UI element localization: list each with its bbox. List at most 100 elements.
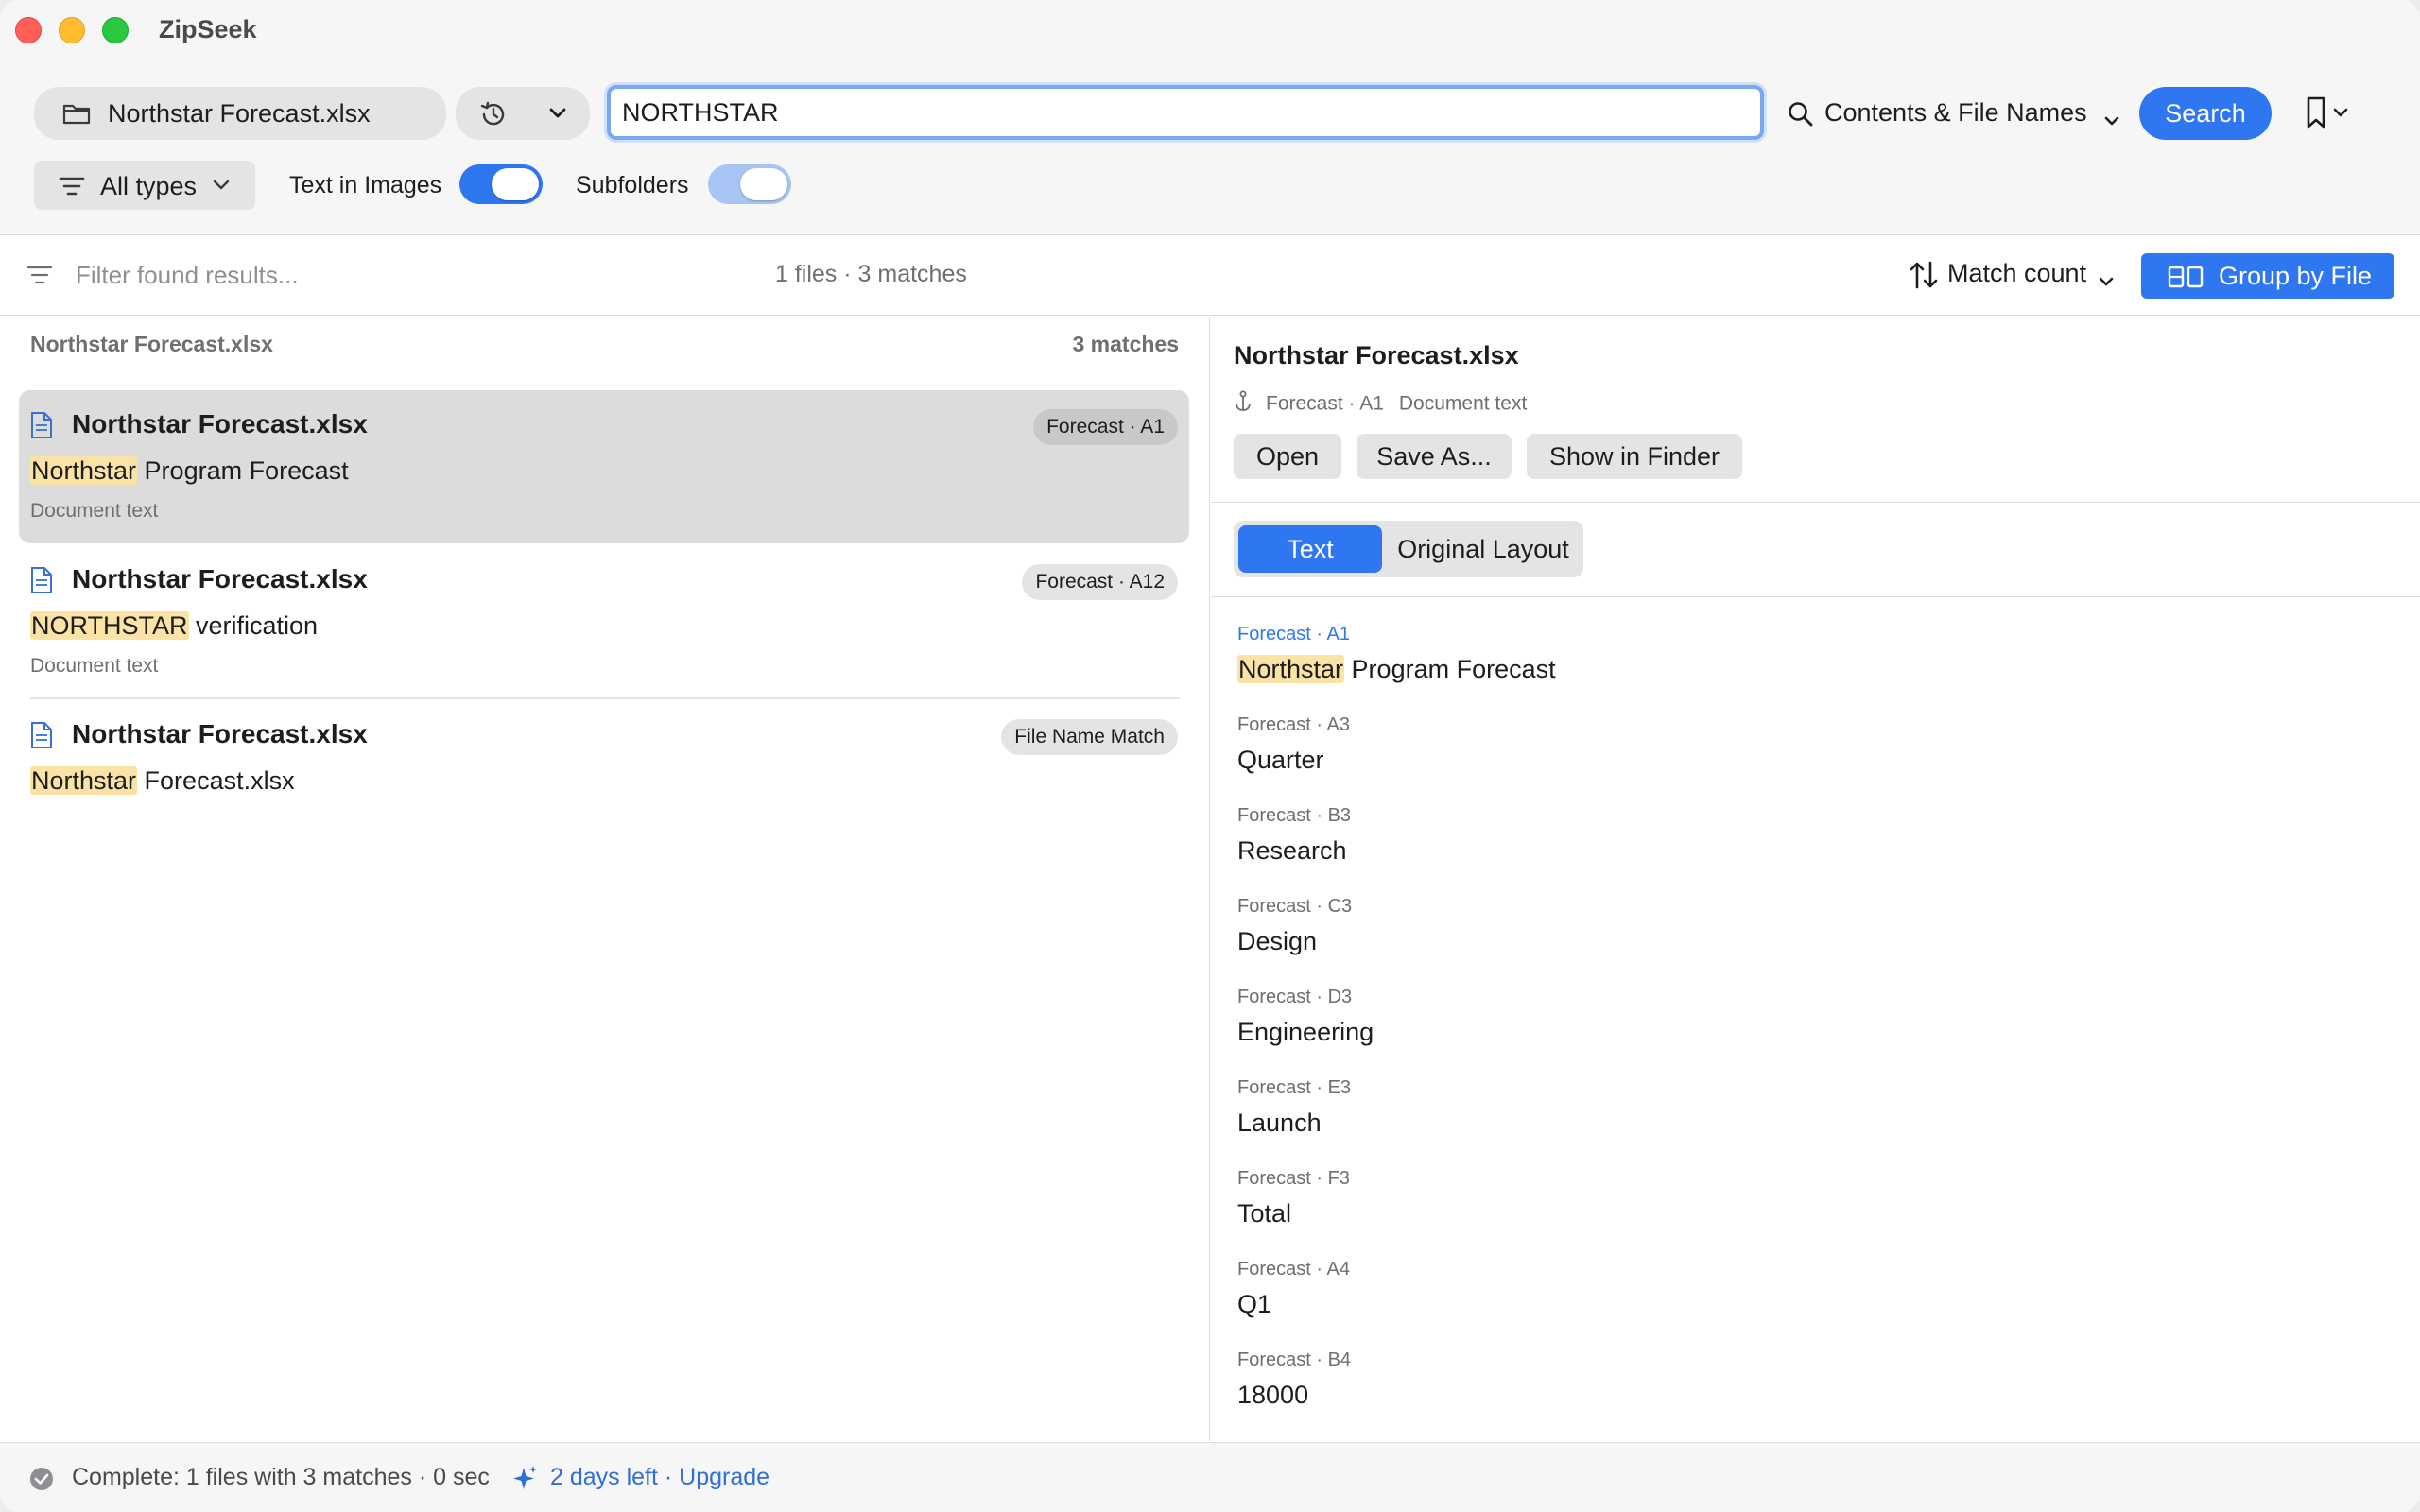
cell-reference: Forecast · D3 [1237,987,1353,1007]
show-in-finder-button[interactable]: Show in Finder [1527,434,1742,479]
check-circle-icon [28,1466,55,1497]
app-title: ZipSeek [159,15,257,43]
minimize-window-button[interactable] [59,17,85,43]
zoom-window-button[interactable] [102,17,129,43]
history-icon [478,99,509,134]
filter-results-input[interactable]: Filter found results... [76,261,299,290]
sort-label: Match count [1947,259,2087,287]
group-icon [2168,265,2204,296]
result-item[interactable]: Northstar Forecast.xlsx Forecast · A12 N… [19,545,1189,698]
match-highlight: Northstar [30,766,138,795]
cell-reference: Forecast · B4 [1237,1349,1352,1370]
status-bar: Complete: 1 files with 3 matches · 0 sec… [0,1442,2420,1512]
toolbar: Northstar Forecast.xlsx NORTHSTAR Conten… [0,60,2420,235]
cell-reference: Forecast · A1 [1237,624,1350,644]
preview-panel: Northstar Forecast.xlsx Forecast · A1 Doc… [1211,317,2420,1441]
document-icon [30,566,53,599]
result-kind: Document text [30,500,159,522]
tab-original-layout[interactable]: Original Layout [1389,525,1578,573]
anchor-icon [1234,390,1253,419]
cell-entry: Forecast · F3 Total [1237,1168,1350,1228]
cell-reference: Forecast · F3 [1237,1168,1350,1189]
chevron-down-icon [212,176,231,199]
cell-entry: Forecast · B3 Research [1237,805,1351,866]
close-window-button[interactable] [15,17,42,43]
document-icon [30,411,53,444]
divider [1211,502,2420,503]
snippet-text: Program Forecast [137,456,349,485]
trial-status: 2 days left · Upgrade [550,1464,769,1491]
result-snippet: Northstar Forecast.xlsx [30,766,295,796]
result-location-badge: Forecast · A1 [1033,409,1178,445]
snippet-text: Forecast.xlsx [137,766,295,795]
file-types-label: All types [100,172,198,200]
trial-days-link[interactable]: 2 days left [550,1464,658,1490]
cell-entry: Forecast · A4 Q1 [1237,1259,1350,1319]
match-highlight: NORTHSTAR [30,611,189,640]
save-as-button[interactable]: Save As... [1357,434,1512,479]
file-types-dropdown[interactable]: All types [34,161,255,210]
sort-arrows-icon [1908,259,1940,298]
preview-title: Northstar Forecast.xlsx [1234,341,1519,369]
bookmarks-menu[interactable] [2303,96,2350,135]
results-count: 1 files · 3 matches [775,261,967,287]
result-item[interactable]: Northstar Forecast.xlsx Forecast · A1 No… [19,390,1189,543]
results-filter-bar: Filter found results... 1 files · 3 matc… [0,236,2420,316]
result-item[interactable]: Northstar Forecast.xlsx File Name Match … [19,700,1189,814]
view-mode-segmented-control: Text Original Layout [1234,521,1583,577]
preview-meta: Forecast · A1 Document text [1234,390,1527,419]
cell-entry: Forecast · B4 18000 [1237,1349,1351,1410]
cell-reference: Forecast · C3 [1237,896,1353,917]
folder-picker[interactable]: Northstar Forecast.xlsx [34,87,446,140]
folder-label: Northstar Forecast.xlsx [108,99,371,128]
match-highlight: Northstar [30,456,138,485]
cell-reference: Forecast · B3 [1237,805,1352,826]
cell-entry: Forecast · C3 Design [1237,896,1352,956]
chevron-down-icon [548,104,567,128]
document-icon [30,721,53,754]
trial-separator: · [657,1464,680,1490]
sparkle-icon [512,1464,539,1497]
cell-value: 18000 [1237,1381,1309,1409]
preview-kind: Document text [1398,392,1528,415]
cell-value: Engineering [1237,1018,1374,1046]
app-window: ZipSeek Northstar Forecast.xlsx NORTHSTA… [0,0,2420,1512]
cell-entry: Forecast · A1 Northstar Program Forecast [1237,624,1556,684]
text-in-images-toggle[interactable] [459,164,543,204]
result-file-name: Northstar Forecast.xlsx [72,409,368,438]
result-kind: Document text [30,655,159,677]
result-file-name: Northstar Forecast.xlsx [72,719,368,748]
cell-reference: Forecast · A4 [1237,1259,1350,1280]
result-divider [30,697,1180,699]
file-group-count: 3 matches [1072,332,1179,356]
result-snippet: NORTHSTAR verification [30,611,318,641]
cell-reference: Forecast · E3 [1237,1077,1352,1098]
tab-text[interactable]: Text [1238,525,1382,573]
result-snippet: Northstar Program Forecast [30,456,349,486]
history-menu[interactable] [456,87,590,140]
status-text: Complete: 1 files with 3 matches · 0 sec [72,1464,490,1490]
cell-value: Launch [1237,1108,1322,1137]
cell-value: Q1 [1237,1290,1272,1318]
group-by-file-button[interactable]: Group by File [2141,253,2394,299]
chevron-down-icon [2104,106,2119,135]
upgrade-link[interactable]: Upgrade [679,1464,769,1490]
result-location-badge: Forecast · A12 [1022,564,1178,600]
cell-entry: Forecast · A3 Quarter [1237,714,1350,775]
cell-value: Northstar Program Forecast [1237,655,1556,684]
toggle-knob [492,168,539,200]
open-button[interactable]: Open [1234,434,1341,479]
cell-entry: Forecast · E3 Launch [1237,1077,1351,1138]
cell-value: Total [1237,1199,1292,1228]
search-button[interactable]: Search [2139,87,2272,140]
match-highlight: Northstar [1237,655,1345,683]
file-group-header[interactable]: Northstar Forecast.xlsx 3 matches [0,317,1209,369]
subfolders-toggle[interactable] [708,164,791,204]
search-input[interactable]: NORTHSTAR [607,85,1764,140]
subfolders-label: Subfolders [576,172,689,198]
cell-entry: Forecast · D3 Engineering [1237,987,1374,1047]
results-list: Northstar Forecast.xlsx 3 matches Norths… [0,317,1210,1441]
chevron-down-icon [2099,266,2114,296]
cell-value: Research [1237,836,1347,865]
folder-icon [62,102,91,129]
